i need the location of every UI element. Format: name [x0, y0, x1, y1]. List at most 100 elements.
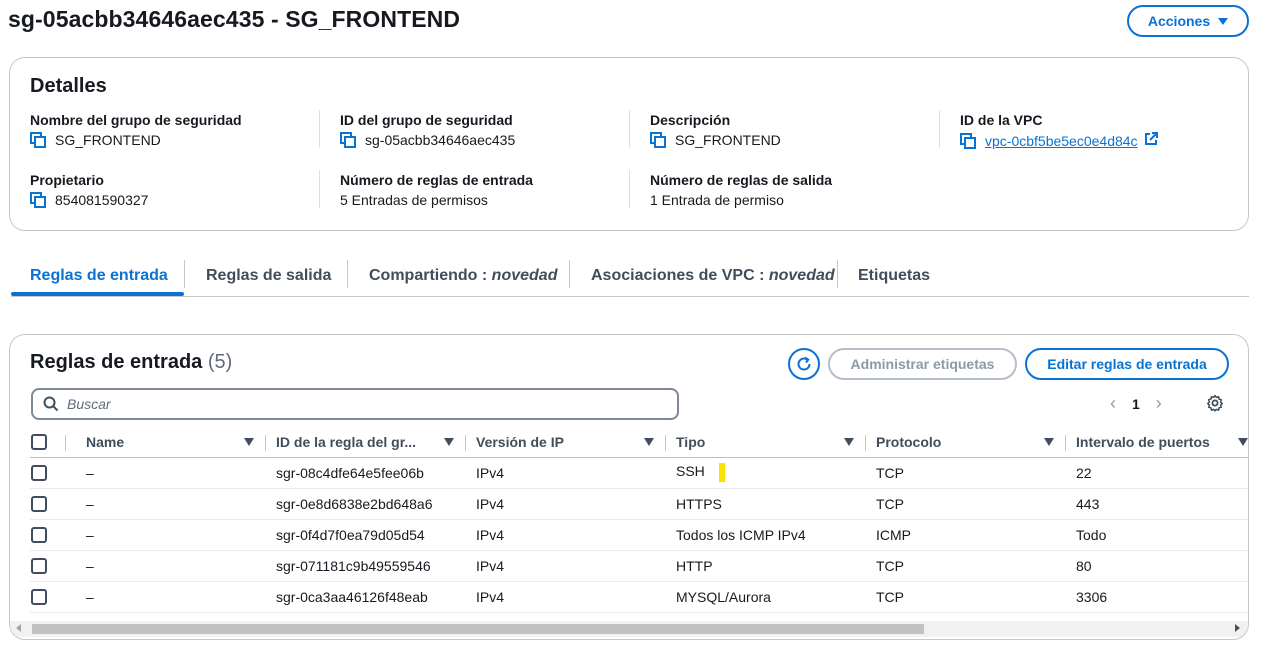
settings-gear-icon[interactable]	[1206, 394, 1224, 412]
cell-port-range: 80	[1066, 550, 1248, 582]
cell-ip-version: IPv4	[466, 457, 666, 489]
tab-divider	[184, 260, 185, 288]
refresh-button[interactable]	[788, 348, 820, 380]
copy-icon[interactable]	[650, 132, 666, 148]
column-header-rule-id[interactable]: ID de la regla del gr...	[266, 427, 466, 458]
tab-vpc-associations[interactable]: Asociaciones de VPC : novedad	[591, 256, 835, 296]
column-divider	[319, 110, 320, 148]
copy-icon[interactable]	[960, 132, 976, 149]
field-description: Descripción SG_FRONTEND	[650, 112, 781, 148]
table-row[interactable]: – sgr-0f4d7f0ea79d05d54 IPv4 Todos los I…	[30, 519, 1248, 551]
column-divider	[629, 110, 630, 148]
tab-inbound-rules[interactable]: Reglas de entrada	[30, 256, 168, 296]
tab-label: Etiquetas	[858, 267, 931, 284]
scroll-left-icon[interactable]	[16, 624, 21, 632]
cell-name: –	[66, 581, 266, 613]
column-header-ip-version[interactable]: Versión de IP	[466, 427, 666, 458]
field-value: 854081590327	[55, 192, 149, 208]
field-label: Descripción	[650, 112, 731, 128]
field-inbound-count: Número de reglas de entrada 5 Entradas d…	[340, 172, 533, 208]
column-header-protocol[interactable]: Protocolo	[866, 427, 1066, 458]
manage-tags-button[interactable]: Administrar etiquetas	[828, 348, 1017, 380]
actions-button[interactable]: Acciones	[1127, 5, 1249, 37]
field-value: sg-05acbb34646aec435	[365, 132, 516, 148]
cell-name: –	[66, 488, 266, 520]
tab-divider	[837, 260, 838, 288]
row-checkbox[interactable]	[31, 496, 47, 513]
table-row[interactable]: – sgr-0ca3aa46126f48eab IPv4 MYSQL/Auror…	[30, 581, 1248, 613]
cell-protocol: TCP	[866, 488, 1066, 520]
sort-icon[interactable]	[244, 437, 254, 446]
horizontal-scrollbar[interactable]	[10, 621, 1248, 637]
copy-icon[interactable]	[340, 132, 356, 148]
edit-inbound-rules-button[interactable]: Editar reglas de entrada	[1025, 348, 1229, 380]
row-checkbox[interactable]	[31, 589, 47, 606]
cell-type: MYSQL/Aurora	[666, 581, 866, 613]
tab-sharing[interactable]: Compartiendo : novedad	[369, 256, 557, 296]
column-label: Name	[86, 433, 125, 450]
refresh-icon	[797, 356, 811, 371]
active-tab-indicator	[11, 292, 184, 296]
cell-port-range: 3306	[1066, 581, 1248, 613]
field-label: Propietario	[30, 172, 104, 188]
row-checkbox[interactable]	[31, 558, 47, 575]
prev-page-icon[interactable]: ‹	[1110, 393, 1116, 414]
table-row[interactable]: – sgr-08c4dfe64e5fee06b IPv4 SSH TCP 22	[30, 457, 1248, 489]
column-label: Protocolo	[876, 433, 942, 450]
tab-label: Reglas de entrada	[30, 267, 168, 284]
table-row[interactable]: – sgr-0e8d6838e2bd648a6 IPv4 HTTPS TCP 4…	[30, 488, 1248, 520]
column-label: Tipo	[676, 433, 706, 450]
search-input[interactable]	[67, 396, 627, 412]
highlight-marker	[718, 463, 725, 482]
search-box[interactable]	[31, 388, 679, 420]
column-label: Intervalo de puertos	[1076, 433, 1210, 450]
scroll-right-icon[interactable]	[1235, 624, 1240, 632]
cell-rule-id: sgr-0e8d6838e2bd648a6	[266, 488, 466, 520]
cell-ip-version: IPv4	[466, 581, 666, 613]
details-panel: Detalles Nombre del grupo de seguridad S…	[9, 57, 1249, 231]
cell-ip-version: IPv4	[466, 519, 666, 551]
tab-badge: novedad	[491, 267, 558, 284]
copy-icon[interactable]	[30, 132, 46, 148]
cell-protocol: TCP	[866, 457, 1066, 489]
field-value: 1 Entrada de permiso	[650, 192, 784, 208]
select-all-checkbox[interactable]	[31, 434, 47, 451]
sort-icon[interactable]	[1044, 437, 1054, 446]
next-page-icon[interactable]: ›	[1156, 393, 1162, 414]
field-value: SG_FRONTEND	[55, 132, 161, 148]
field-value: SG_FRONTEND	[675, 132, 781, 148]
scrollbar-thumb[interactable]	[32, 624, 924, 634]
column-header-name[interactable]: Name	[66, 427, 266, 458]
cell-name: –	[66, 519, 266, 551]
sort-icon[interactable]	[844, 437, 854, 446]
field-value: 5 Entradas de permisos	[340, 192, 488, 208]
column-label: ID de la regla del gr...	[276, 433, 417, 450]
sort-icon[interactable]	[644, 437, 654, 446]
cell-protocol: TCP	[866, 550, 1066, 582]
cell-type-text: SSH	[676, 463, 705, 480]
row-checkbox[interactable]	[31, 527, 47, 544]
sort-icon[interactable]	[1238, 437, 1248, 446]
tab-outbound-rules[interactable]: Reglas de salida	[206, 256, 331, 296]
column-header-type[interactable]: Tipo	[666, 427, 866, 458]
sort-icon[interactable]	[444, 437, 454, 446]
cell-ip-version: IPv4	[466, 550, 666, 582]
column-header-port-range[interactable]: Intervalo de puertos	[1066, 427, 1248, 458]
tab-badge: novedad	[768, 267, 835, 284]
field-outbound-count: Número de reglas de salida 1 Entrada de …	[650, 172, 832, 208]
tab-label: Compartiendo :	[369, 267, 492, 284]
row-checkbox[interactable]	[31, 465, 47, 482]
table-row[interactable]: – sgr-071181c9b49559546 IPv4 HTTP TCP 80	[30, 550, 1248, 582]
external-link-icon[interactable]	[1144, 132, 1159, 146]
tab-label: Reglas de salida	[206, 267, 332, 284]
vpc-link[interactable]: vpc-0cbf5be5ec0e4d84c	[985, 133, 1138, 149]
field-label: ID de la VPC	[960, 112, 1043, 128]
copy-icon[interactable]	[30, 192, 46, 208]
field-sg-id: ID del grupo de seguridad sg-05acbb34646…	[340, 112, 515, 148]
tab-divider	[569, 260, 570, 288]
field-sg-name: Nombre del grupo de seguridad SG_FRONTEN…	[30, 112, 242, 148]
search-icon	[43, 396, 59, 412]
tab-tags[interactable]: Etiquetas	[858, 256, 930, 296]
page-number[interactable]: 1	[1132, 396, 1140, 412]
field-vpc-id: ID de la VPC vpc-0cbf5be5ec0e4d84c	[960, 112, 1159, 149]
